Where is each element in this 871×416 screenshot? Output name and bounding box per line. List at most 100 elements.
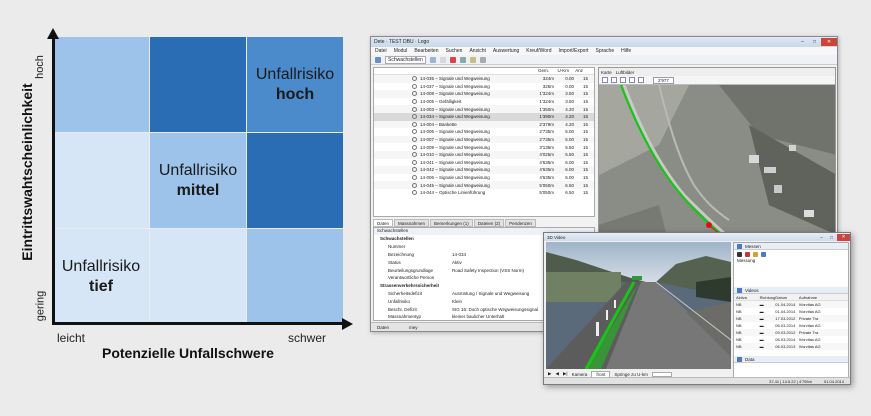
new-icon[interactable]: [439, 56, 446, 63]
item-gem: 1'324m: [539, 99, 554, 105]
video-richtung: ▬: [759, 344, 764, 349]
item-gem: 4'635m: [539, 159, 554, 165]
video-row[interactable]: NB ▬ 06.03.2013 iVorvitas AG: [734, 343, 848, 350]
detail-key: Beurteilungsgrundlage: [388, 267, 434, 273]
list-item[interactable]: 14-010 – Signale und Wegweisung 4'025m 5.5…: [374, 150, 594, 159]
item-anz: 15: [582, 106, 588, 112]
list-item[interactable]: 14-006 – Signale und Wegweisung 2'735m 5.0…: [374, 128, 594, 136]
col-anz[interactable]: Anz: [569, 68, 583, 74]
videos-header: Videos: [734, 287, 848, 294]
filter-icon[interactable]: [469, 56, 476, 63]
window-controls: – □ ✕: [796, 38, 837, 46]
col-ukm[interactable]: U-Km: [549, 68, 570, 74]
video-row[interactable]: NB ▬ 01.04.2014 iVorvitas AG: [734, 301, 848, 308]
menu-item[interactable]: Import/Export: [558, 48, 588, 54]
video-close-icon[interactable]: ✕: [837, 233, 850, 241]
zoom-level[interactable]: 2'977: [653, 76, 674, 84]
video-row[interactable]: NB ▬ 17.03.2012 Private Tra: [734, 315, 848, 322]
list-item[interactable]: 14-006 – Signale und Wegweisung 4'635m 6.0…: [374, 174, 594, 182]
cell-r3c3: [247, 229, 343, 324]
menu-item[interactable]: Ansicht: [469, 48, 485, 54]
list-item[interactable]: 14-035 – Signale und Wegweisung 324m 0.00 1…: [374, 75, 594, 83]
video-aktiva: NB: [736, 323, 742, 328]
zoom-in-icon[interactable]: [611, 77, 617, 83]
road-video-frame[interactable]: [546, 242, 731, 369]
y-tick-high: hoch: [33, 55, 46, 79]
detail-tab[interactable]: Dateien (2): [473, 219, 505, 227]
col-aufnahme[interactable]: Aufnahme: [799, 295, 848, 300]
status-data: Daten: [377, 324, 390, 330]
weakspot-list: Gem. U-Km Anz 14-035 – Signale und Wegwe…: [373, 67, 595, 217]
save-icon[interactable]: [761, 251, 766, 257]
video-row[interactable]: NB ▬ 06.03.2014 iVorvitas AG: [734, 322, 848, 329]
list-item[interactable]: 14-037 – Signale und Wegweisung 326m 0.00 1…: [374, 83, 594, 91]
list-item[interactable]: 14-041 – Signale und Wegweisung 4'635m 6.0…: [374, 159, 594, 167]
menu-item[interactable]: Datei: [375, 48, 387, 54]
item-anz: 15: [582, 129, 588, 135]
item-anz: 15: [582, 114, 588, 120]
list-item[interactable]: 14-045 – Signale und Wegweisung 5'050m 6.5…: [374, 181, 594, 189]
menu-item[interactable]: Sprache: [596, 48, 615, 54]
list-item[interactable]: 14-008 – Signale und Wegweisung 1'324m 3.5…: [374, 90, 594, 98]
video-row[interactable]: NB ▬ 01.04.2014 iVorvitas AG: [734, 308, 848, 315]
minimize-icon[interactable]: –: [797, 38, 808, 46]
video-status-position: 37.41 | 14.5.22 | 4'795m: [769, 378, 812, 384]
col-richtung[interactable]: Richtung: [760, 295, 776, 300]
pointer-icon[interactable]: [737, 251, 742, 257]
cell-r3c2: [150, 229, 246, 324]
search-icon[interactable]: [429, 56, 436, 63]
detail-tab[interactable]: Bemerkungen (1): [430, 219, 473, 227]
video-aufnahme: Private Tra: [798, 316, 819, 321]
weakspot-icon: [412, 91, 417, 97]
menu-item[interactable]: Auswertung: [493, 48, 519, 54]
delete-icon[interactable]: [449, 56, 456, 63]
sort-icon[interactable]: [459, 56, 466, 63]
menu-item[interactable]: Bearbeiten: [414, 48, 438, 54]
list-item[interactable]: 14-044 – Optische Linienführung 5'050m 6.5…: [374, 189, 594, 197]
tab-karte[interactable]: Karte: [601, 70, 612, 75]
item-ukm: 6.50: [565, 182, 574, 188]
cell-r2c3: [247, 133, 343, 228]
item-anz: 15: [582, 137, 588, 143]
video-maximize-icon[interactable]: □: [827, 234, 836, 241]
video-datum: 06.03.2014: [775, 323, 796, 328]
detail-tab[interactable]: Daten: [373, 219, 394, 227]
print-icon[interactable]: [479, 56, 486, 63]
detail-tab[interactable]: Massnahmen: [394, 219, 430, 227]
list-item[interactable]: 14-034 – Signale und Wegweisung 1'390m 4.2…: [374, 112, 594, 121]
list-item[interactable]: 14-005 – Gefälligkeit 1'324m 3.50 15: [374, 98, 594, 106]
tab-luftbilder[interactable]: Luftbilder: [616, 70, 635, 75]
ruler-icon[interactable]: [753, 251, 758, 257]
menu-item[interactable]: Suchen: [446, 48, 463, 54]
col-gem[interactable]: Gem.: [527, 68, 549, 74]
video-minimize-icon[interactable]: –: [817, 234, 826, 241]
item-anz: 15: [582, 152, 588, 158]
maximize-icon[interactable]: □: [809, 38, 820, 46]
jump-input[interactable]: [651, 371, 672, 377]
list-item[interactable]: 14-007 – Signale und Wegweisung 2'735m 5.0…: [374, 135, 594, 144]
list-item[interactable]: 14-004 – Bankette 2'379m 4.20 15: [374, 120, 594, 129]
pan-icon[interactable]: [602, 77, 608, 83]
module-dropdown[interactable]: Schwachstellen: [385, 55, 426, 64]
col-datum[interactable]: Datum: [775, 295, 799, 300]
video-datum: 01.04.2014: [775, 302, 796, 307]
measure-icon[interactable]: [629, 77, 635, 83]
select-icon[interactable]: [638, 77, 644, 83]
detail-tab[interactable]: Pendenzen: [505, 219, 536, 227]
pen-icon[interactable]: [745, 251, 750, 257]
jump-label: Springe zu U-km: [614, 371, 648, 377]
list-item[interactable]: 14-009 – Signale und Wegweisung 3'135m 5.5…: [374, 143, 594, 151]
menu-item[interactable]: Hilfe: [621, 48, 631, 54]
zoom-out-icon[interactable]: [620, 77, 626, 83]
weakspot-icon: [412, 190, 417, 196]
list-item[interactable]: 14-003 – Signale und Wegweisung 1'350m 4.2…: [374, 105, 594, 113]
menu-item[interactable]: Modul: [394, 48, 408, 54]
video-row[interactable]: NB ▬ 09.03.2012 Private Tra: [734, 329, 848, 336]
back-icon[interactable]: [375, 56, 381, 63]
videos-table-rows: NB ▬ 01.04.2014 iVorvitas AG NB ▬ 01.04.2014 iV…: [734, 301, 848, 350]
list-item[interactable]: 14-042 – Signale und Wegweisung 4'635m 6.0…: [374, 166, 594, 174]
close-icon[interactable]: ✕: [821, 38, 837, 46]
video-row[interactable]: NB ▬ 06.03.2014 iVorvitas AG: [734, 336, 848, 343]
col-aktiva[interactable]: Aktiva: [734, 295, 760, 300]
menu-item[interactable]: Kreuf/Word: [526, 48, 551, 54]
